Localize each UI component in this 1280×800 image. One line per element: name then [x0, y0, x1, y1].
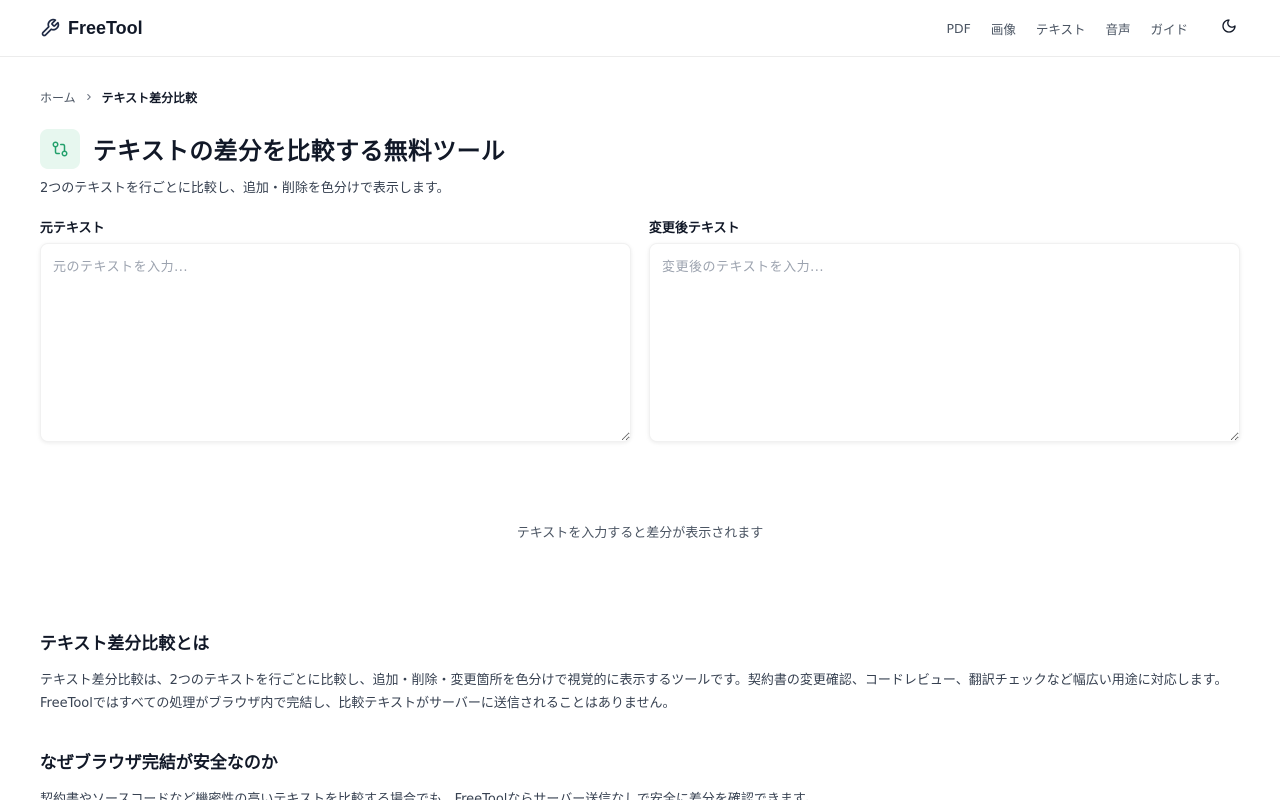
nav-item-text[interactable]: テキスト	[1036, 19, 1086, 38]
modified-text-label: 変更後テキスト	[649, 221, 740, 236]
section-title-security: なぜブラウザ完結が安全なのか	[40, 753, 278, 773]
git-compare-icon	[40, 128, 80, 169]
original-text-input[interactable]	[40, 243, 631, 442]
page-title-row: テキストの差分を比較する無料ツール	[40, 128, 1240, 169]
main-nav: PDF 画像 テキスト 音声 ガイド	[926, 17, 1240, 39]
section-body-security: 契約書やソースコードなど機密性の高いテキストを比較する場合でも、FreeTool…	[40, 792, 818, 800]
editor-panels: 元テキスト 変更後テキスト	[40, 221, 1240, 442]
chevron-right-icon	[84, 92, 94, 102]
modified-text-panel: 変更後テキスト	[649, 221, 1240, 442]
section-body-about: テキスト差分比較は、2つのテキストを行ごとに比較し、追加・削除・変更箇所を色分け…	[40, 673, 1228, 711]
original-text-label: 元テキスト	[40, 221, 105, 236]
nav-item-pdf[interactable]: PDF	[946, 21, 970, 36]
breadcrumb-current: テキスト差分比較	[101, 90, 198, 105]
site-header: FreeTool PDF 画像 テキスト 音声 ガイド	[0, 0, 1280, 57]
nav-item-guide[interactable]: ガイド	[1150, 19, 1188, 38]
section-title-about: テキスト差分比較とは	[40, 634, 210, 654]
diff-result-placeholder: テキストを入力すると差分が表示されます	[516, 526, 764, 541]
brand-name: FreeTool	[68, 17, 143, 38]
theme-toggle-button[interactable]	[1218, 17, 1240, 39]
main-content: ホーム テキスト差分比較 テキストの差分を比較する無料ツール 2つのテキストを行…	[0, 89, 1280, 800]
breadcrumb-home-link[interactable]: ホーム	[40, 89, 76, 106]
breadcrumb: ホーム テキスト差分比較	[40, 89, 1240, 105]
modified-text-input[interactable]	[649, 243, 1240, 442]
brand-logo[interactable]: FreeTool	[40, 18, 143, 39]
nav-item-audio[interactable]: 音声	[1105, 19, 1130, 38]
page-description: 2つのテキストを行ごとに比較し、追加・削除を色分けで表示します。	[40, 181, 450, 196]
page-title: テキストの差分を比較する無料ツール	[93, 137, 506, 165]
moon-icon	[1221, 18, 1237, 38]
nav-item-image[interactable]: 画像	[991, 19, 1016, 38]
wrench-icon	[40, 18, 60, 38]
original-text-panel: 元テキスト	[40, 221, 631, 442]
